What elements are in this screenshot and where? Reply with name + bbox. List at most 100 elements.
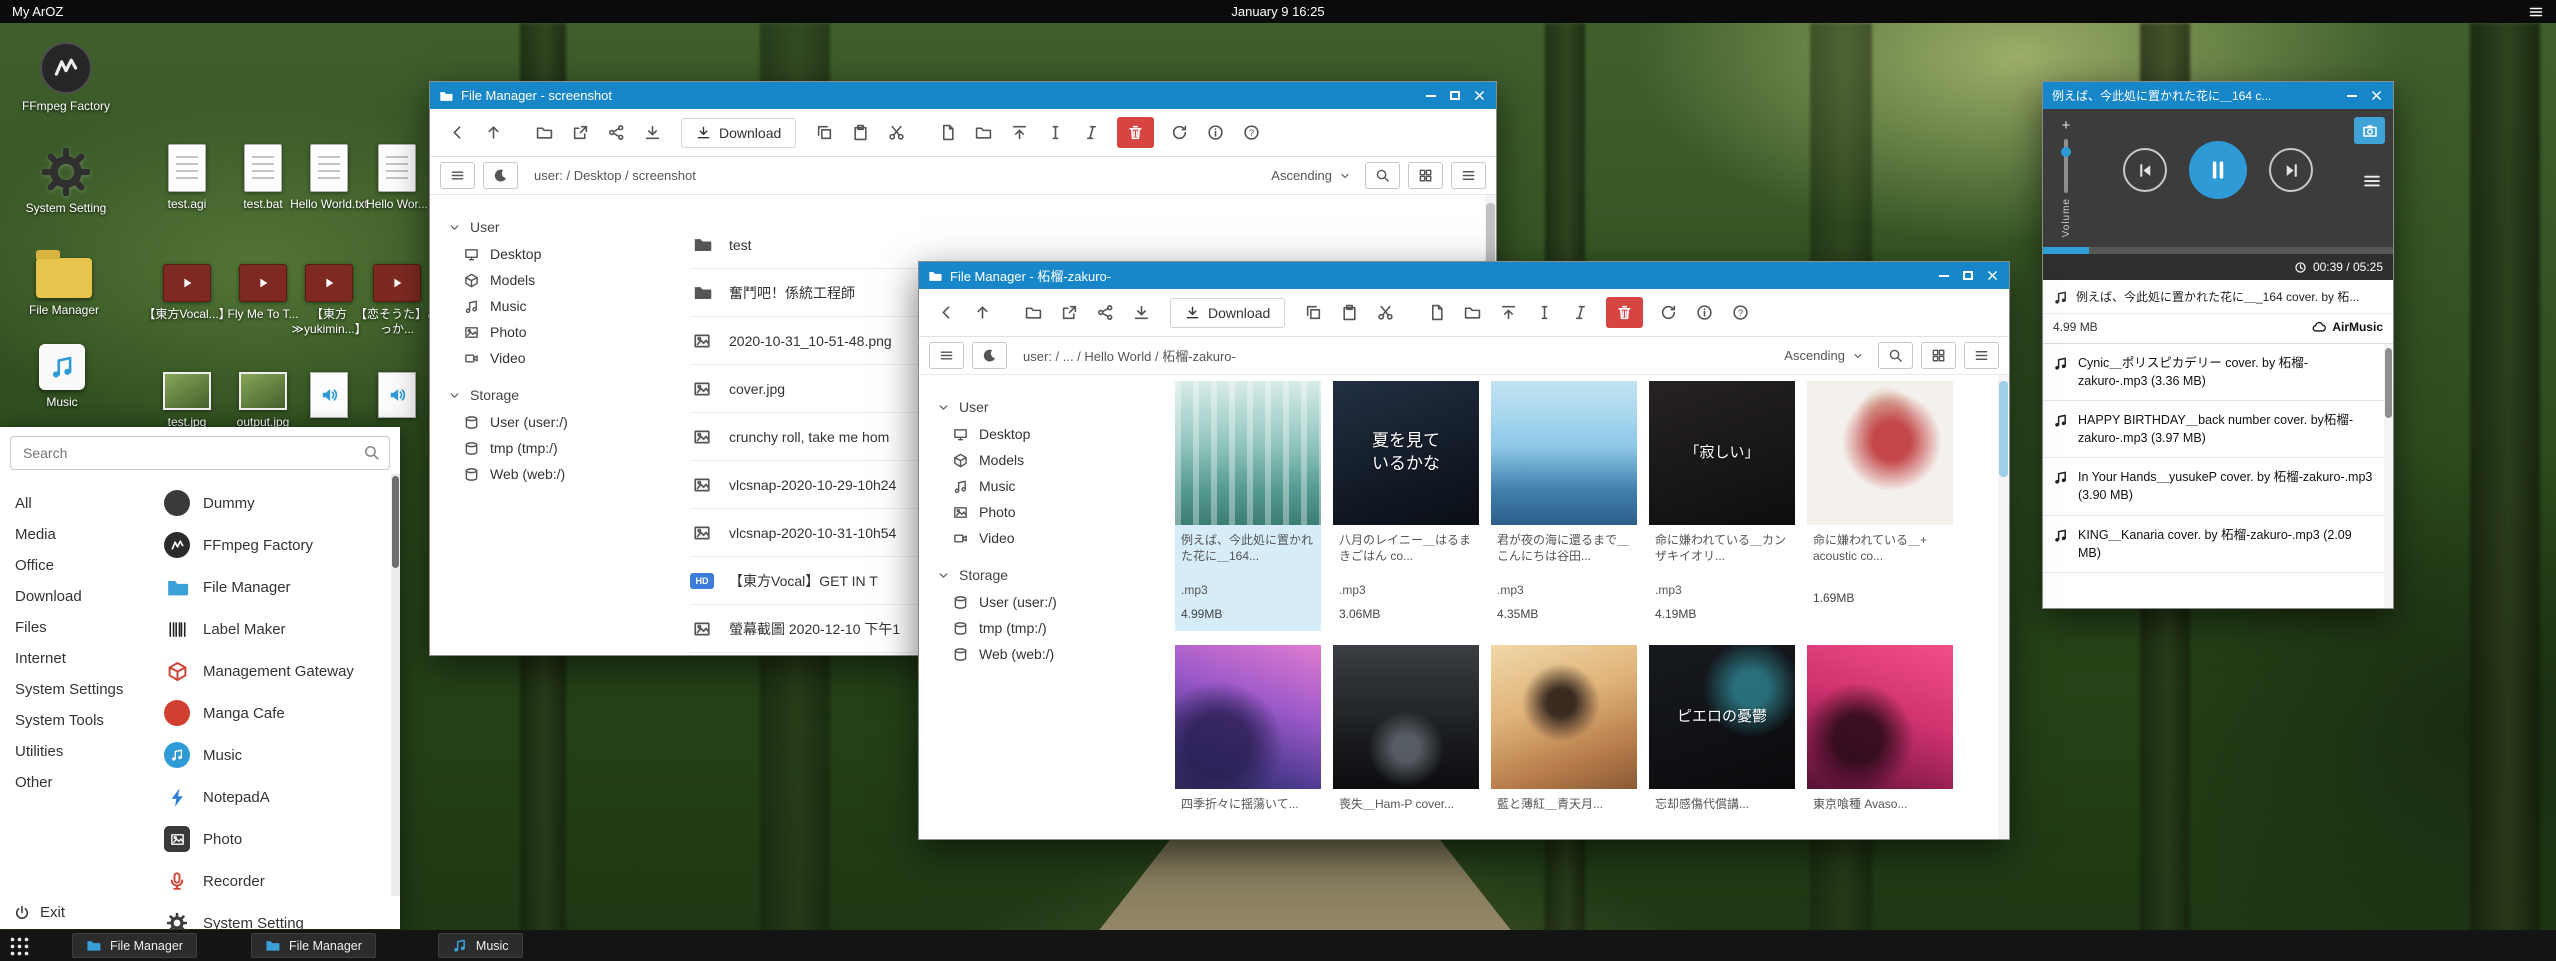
sidebar-item-video[interactable]: Video	[937, 525, 1159, 551]
launcher-app-management-gateway[interactable]: Management Gateway	[152, 650, 400, 692]
cut-button[interactable]	[1370, 297, 1401, 328]
launcher-app-photo[interactable]: Photo	[152, 818, 400, 860]
sidebar-item-user-drive[interactable]: User (user:/)	[448, 409, 670, 435]
refresh-button[interactable]	[1653, 297, 1684, 328]
list-view-button[interactable]	[1964, 342, 1999, 369]
properties-button[interactable]	[1076, 117, 1107, 148]
grid-view-button[interactable]	[1921, 342, 1956, 369]
breadcrumb[interactable]: user: / Desktop / screenshot	[526, 168, 1263, 183]
minimize-button[interactable]	[2344, 88, 2360, 104]
system-brand[interactable]: My ArOZ	[12, 4, 63, 19]
volume-plus[interactable]: +	[2062, 117, 2071, 134]
search-button[interactable]	[1878, 342, 1913, 369]
open-folder-button[interactable]	[529, 117, 560, 148]
back-button[interactable]	[442, 117, 473, 148]
file-tile[interactable]: 四季折々に揺蕩いて...	[1175, 645, 1321, 839]
app-grid-button[interactable]	[8, 935, 30, 957]
info-button[interactable]	[1200, 117, 1231, 148]
new-folder-button[interactable]	[1457, 297, 1488, 328]
help-button[interactable]	[1236, 117, 1267, 148]
desktop-icon-file-manager[interactable]: File Manager	[12, 248, 116, 318]
search-input[interactable]	[10, 436, 390, 470]
launcher-app-ffmpeg-factory[interactable]: FFmpeg Factory	[152, 524, 400, 566]
paste-button[interactable]	[1334, 297, 1365, 328]
close-button[interactable]	[2368, 88, 2384, 104]
trash-button[interactable]	[1117, 117, 1154, 148]
sidebar-item-web-drive[interactable]: Web (web:/)	[937, 641, 1159, 667]
sidebar-storage-header[interactable]: Storage	[448, 381, 670, 409]
file-tile[interactable]: ピエロの憂鬱忘却感傷代償講...	[1649, 645, 1795, 839]
sidebar-item-music[interactable]: Music	[448, 293, 670, 319]
category-internet[interactable]: Internet	[0, 643, 152, 674]
launcher-app-recorder[interactable]: Recorder	[152, 860, 400, 902]
next-track-button[interactable]	[2269, 148, 2313, 192]
sidebar-item-tmp-drive[interactable]: tmp (tmp:/)	[448, 435, 670, 461]
cast-button[interactable]	[2354, 117, 2385, 144]
sort-dropdown[interactable]: Ascending	[1784, 348, 1864, 363]
playlist-item[interactable]: KING＿Kanaria cover. by 柘榴-zakuro-.mp3 (2…	[2043, 516, 2393, 573]
launcher-app-dummy[interactable]: Dummy	[152, 482, 400, 524]
sidebar-item-video[interactable]: Video	[448, 345, 670, 371]
new-file-button[interactable]	[1421, 297, 1452, 328]
scrollbar[interactable]	[1998, 375, 2009, 839]
sidebar-item-models[interactable]: Models	[937, 447, 1159, 473]
taskbar-item-file-manager-2[interactable]: File Manager	[251, 933, 376, 958]
open-external-button[interactable]	[1054, 297, 1085, 328]
previous-track-button[interactable]	[2123, 148, 2167, 192]
playlist-item[interactable]: In Your Hands＿yusukeP cover. by 柘榴-zakur…	[2043, 458, 2393, 515]
launcher-scrollbar[interactable]	[391, 474, 400, 896]
desktop-icon-music[interactable]: Music	[10, 344, 114, 410]
rename-button[interactable]	[1040, 117, 1071, 148]
category-files[interactable]: Files	[0, 612, 152, 643]
file-tile[interactable]: 命に嫌われている＿+ acoustic co...1.69MB	[1807, 381, 1953, 631]
sidebar-toggle-button[interactable]	[929, 342, 964, 369]
seek-bar[interactable]	[2043, 247, 2393, 254]
sort-dropdown[interactable]: Ascending	[1271, 168, 1351, 183]
pause-button[interactable]	[2189, 141, 2247, 199]
file-tile[interactable]: 藍と薄紅＿青天月...	[1491, 645, 1637, 839]
upload-button[interactable]	[1493, 297, 1524, 328]
topbar-menu-button[interactable]	[2528, 4, 2544, 20]
grid-view-button[interactable]	[1408, 162, 1443, 189]
breadcrumb[interactable]: user: / ... / Hello World / 柘榴-zakuro-	[1015, 346, 1776, 365]
paste-button[interactable]	[845, 117, 876, 148]
sidebar-user-header[interactable]: User	[937, 393, 1159, 421]
taskbar-item-file-manager[interactable]: File Manager	[72, 933, 197, 958]
up-button[interactable]	[478, 117, 509, 148]
scrollbar[interactable]	[2384, 344, 2393, 608]
launcher-app-music[interactable]: Music	[152, 734, 400, 776]
title-bar[interactable]: File Manager - screenshot	[430, 82, 1496, 109]
taskbar-item-music[interactable]: Music	[438, 933, 523, 958]
desktop-icon-system-setting[interactable]: System Setting	[14, 148, 118, 216]
category-system-tools[interactable]: System Tools	[0, 705, 152, 736]
category-utilities[interactable]: Utilities	[0, 736, 152, 767]
copy-button[interactable]	[1298, 297, 1329, 328]
open-folder-button[interactable]	[1018, 297, 1049, 328]
download-button[interactable]: Download	[681, 118, 796, 148]
upload-button[interactable]	[1004, 117, 1035, 148]
copy-button[interactable]	[809, 117, 840, 148]
download-button[interactable]: Download	[1170, 298, 1285, 328]
maximize-button[interactable]	[1960, 268, 1976, 284]
desktop-icon-ffmpeg-factory[interactable]: FFmpeg Factory	[14, 42, 118, 114]
properties-button[interactable]	[1565, 297, 1596, 328]
launcher-app-manga-cafe[interactable]: Manga Cafe	[152, 692, 400, 734]
new-folder-button[interactable]	[968, 117, 999, 148]
sidebar-item-music[interactable]: Music	[937, 473, 1159, 499]
sidebar-item-desktop[interactable]: Desktop	[448, 241, 670, 267]
file-tile[interactable]: 夏を見て いるかな 八月のレイニー＿はるまきごはん co....mp33.06M…	[1333, 381, 1479, 631]
download-icon-button[interactable]	[1126, 297, 1157, 328]
sidebar-item-photo[interactable]: Photo	[448, 319, 670, 345]
sidebar-item-desktop[interactable]: Desktop	[937, 421, 1159, 447]
up-button[interactable]	[967, 297, 998, 328]
launcher-app-label-maker[interactable]: Label Maker	[152, 608, 400, 650]
minimize-button[interactable]	[1936, 268, 1952, 284]
maximize-button[interactable]	[1447, 88, 1463, 104]
dark-mode-toggle[interactable]	[972, 342, 1007, 369]
title-bar[interactable]: 例えば、今此処に置かれた花に＿164 c...	[2043, 82, 2393, 109]
sidebar-user-header[interactable]: User	[448, 213, 670, 241]
category-system-settings[interactable]: System Settings	[0, 674, 152, 705]
new-file-button[interactable]	[932, 117, 963, 148]
file-tile-selected[interactable]: 例えば、今此処に置かれた花に＿164....mp34.99MB	[1175, 381, 1321, 631]
sidebar-storage-header[interactable]: Storage	[937, 561, 1159, 589]
